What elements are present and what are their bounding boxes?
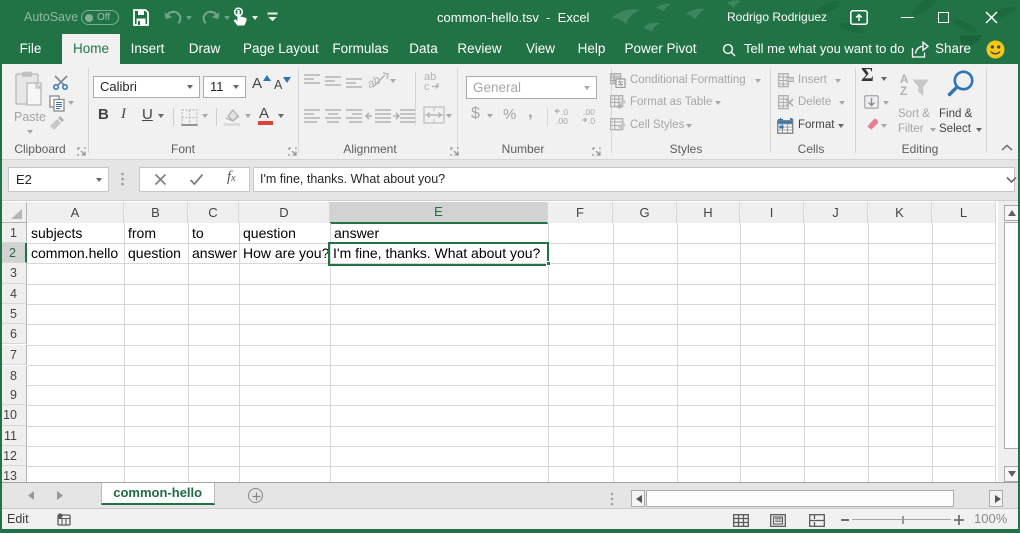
svg-text:.0: .0 <box>588 116 595 126</box>
svg-text:.00: .00 <box>556 116 568 126</box>
svg-text:Z: Z <box>900 86 907 98</box>
svg-text:A: A <box>900 74 908 86</box>
svg-text:ab: ab <box>364 72 383 91</box>
svg-text:c: c <box>424 81 430 91</box>
